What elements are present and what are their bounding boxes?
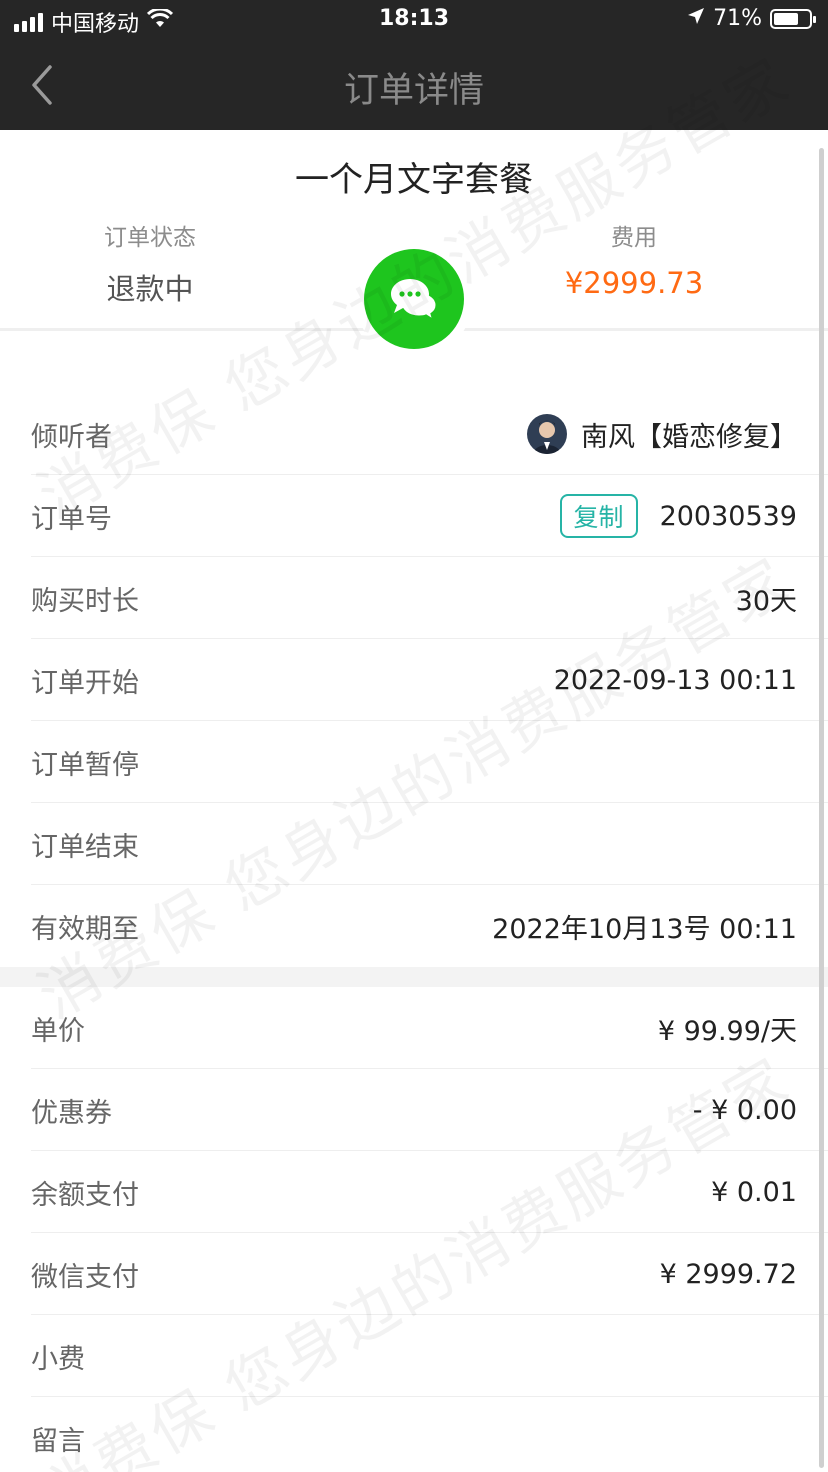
section-divider — [0, 967, 828, 987]
message-row: 留言 — [0, 1397, 828, 1472]
unit-price-label: 单价 — [31, 1015, 85, 1047]
unit-price-row: 单价 ¥ 99.99/天 — [0, 987, 828, 1069]
order-start-value: 2022-09-13 00:11 — [553, 664, 797, 696]
duration-value: 30天 — [735, 585, 797, 617]
balance-payment-label: 余额支付 — [31, 1179, 139, 1211]
fee-value: ¥2999.73 — [564, 266, 704, 300]
unit-price-value: ¥ 99.99/天 — [657, 1015, 797, 1047]
listener-value: 南风【婚恋修复】 — [527, 414, 797, 454]
nav-bar: 订单详情 — [0, 40, 828, 130]
top-bar: 中国移动 18:13 71% 订单详情 — [0, 0, 828, 130]
order-pause-row: 订单暂停 — [0, 721, 828, 803]
fee-block: 费用 ¥2999.73 — [484, 218, 784, 300]
wechat-payment-label: 微信支付 — [31, 1261, 139, 1293]
balance-payment-value: ¥ 0.01 — [711, 1176, 797, 1208]
order-status-label: 订单状态 — [104, 225, 196, 251]
order-number: 20030539 — [659, 500, 797, 532]
order-number-value-group: 复制 20030539 — [559, 494, 797, 538]
order-end-row: 订单结束 — [0, 803, 828, 885]
listener-label: 倾听者 — [31, 421, 112, 453]
tip-label: 小费 — [31, 1343, 85, 1375]
order-number-label: 订单号 — [31, 503, 112, 535]
battery-percent: 71% — [713, 6, 762, 31]
wechat-payment-row: 微信支付 ¥ 2999.72 — [0, 1233, 828, 1315]
payment-list: 单价 ¥ 99.99/天 优惠券 - ¥ 0.00 余额支付 ¥ 0.01 微信… — [0, 987, 828, 1472]
fee-label: 费用 — [611, 225, 657, 251]
wechat-payment-value: ¥ 2999.72 — [659, 1258, 797, 1290]
page-title: 订单详情 — [343, 71, 484, 111]
valid-until-row: 有效期至 2022年10月13号 00:11 — [0, 885, 828, 967]
status-right: 71% — [687, 6, 816, 31]
order-start-row: 订单开始 2022-09-13 00:11 — [0, 639, 828, 721]
balance-payment-row: 余额支付 ¥ 0.01 — [0, 1151, 828, 1233]
order-status-value: 退款中 — [106, 272, 194, 306]
order-number-row: 订单号 复制 20030539 — [0, 475, 828, 557]
duration-row: 购买时长 30天 — [0, 557, 828, 639]
avatar — [527, 414, 567, 454]
valid-until-label: 有效期至 — [31, 913, 139, 945]
order-start-label: 订单开始 — [31, 667, 139, 699]
scrollbar[interactable] — [819, 148, 824, 1468]
location-arrow-icon — [687, 6, 705, 31]
chat-button[interactable] — [364, 249, 464, 349]
tip-row: 小费 — [0, 1315, 828, 1397]
message-label: 留言 — [31, 1425, 85, 1457]
coupon-row: 优惠券 - ¥ 0.00 — [0, 1069, 828, 1151]
listener-row[interactable]: 倾听者 南风【婚恋修复】 — [0, 393, 828, 475]
valid-until-value: 2022年10月13号 00:11 — [492, 913, 797, 945]
order-status-block: 订单状态 退款中 — [0, 218, 300, 308]
order-pause-label: 订单暂停 — [31, 749, 139, 781]
order-end-label: 订单结束 — [31, 831, 139, 863]
copy-button[interactable]: 复制 — [559, 494, 638, 538]
order-info-list: 倾听者 南风【婚恋修复】 订单号 复制 20030539 购买时长 30天 订单… — [0, 393, 828, 967]
listener-name: 南风【婚恋修复】 — [581, 421, 797, 453]
coupon-value: - ¥ 0.00 — [692, 1094, 797, 1126]
chat-bubble-icon — [391, 279, 439, 322]
coupon-label: 优惠券 — [31, 1097, 112, 1129]
duration-label: 购买时长 — [31, 585, 139, 617]
package-title: 一个月文字套餐 — [295, 160, 533, 200]
battery-icon — [770, 8, 816, 29]
status-bar: 中国移动 18:13 71% — [0, 0, 828, 40]
